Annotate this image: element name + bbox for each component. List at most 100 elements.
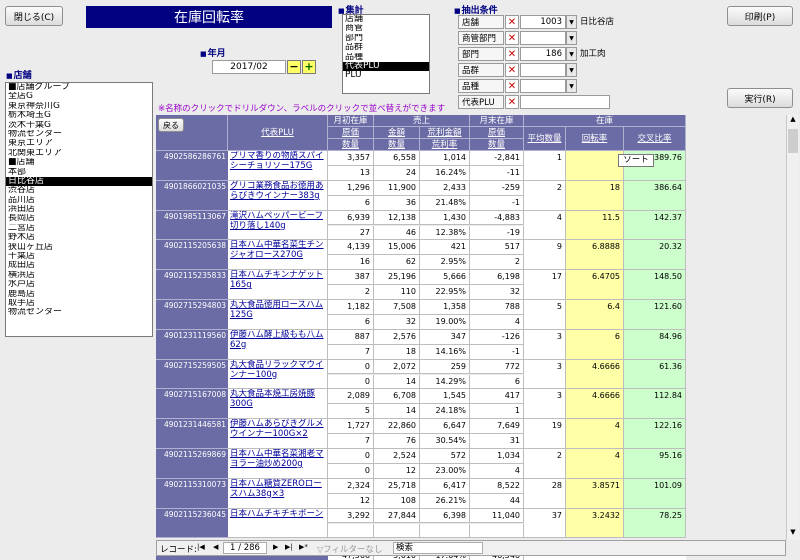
header-closing-qty[interactable]: 数量 <box>470 139 524 151</box>
clear-condition-icon[interactable]: ✕ <box>505 47 519 61</box>
condition-code-input[interactable] <box>520 63 566 77</box>
store-list-item[interactable]: 物流センター <box>6 308 152 317</box>
data-cell: 1,296 <box>328 180 374 196</box>
store-list-item[interactable]: ■店舗 <box>6 158 152 167</box>
year-month-input[interactable]: 2017/02 <box>212 60 286 74</box>
store-list-item[interactable]: 日比谷店 <box>6 176 152 187</box>
aggregate-item[interactable]: 品種 <box>343 53 429 62</box>
store-list-item[interactable]: 鹿島店 <box>6 290 152 299</box>
chevron-down-icon[interactable]: ▼ <box>566 15 577 29</box>
clear-condition-icon[interactable]: ✕ <box>505 79 519 93</box>
store-list-item[interactable]: 全店G <box>6 92 152 101</box>
aggregate-item[interactable]: 店舗 <box>343 15 429 24</box>
search-input[interactable]: 検索 <box>393 542 483 554</box>
data-cell: 8,522 <box>470 478 524 494</box>
condition-code-input[interactable] <box>520 79 566 93</box>
plu-name-link[interactable]: 日本ハム中華名菜湘老マヨラー油炒め200g <box>228 449 328 479</box>
plu-name-link[interactable]: 日本ハム糖質ZEROロースハム38g×3 <box>228 478 328 509</box>
plu-name-link[interactable]: グリコ業務食品お徳用あらびきウインナー383g <box>228 180 328 211</box>
aggregate-list[interactable]: 店舗 商管 部門 品群 品種 代表PLU PLU <box>342 14 430 94</box>
store-list-item[interactable]: 渋谷店 <box>6 186 152 195</box>
store-list-item[interactable]: 浜田店 <box>6 205 152 214</box>
store-list-item[interactable]: 本部 <box>6 168 152 177</box>
store-list-item[interactable]: 長岡店 <box>6 214 152 223</box>
store-list-item[interactable]: 茨木千葉G <box>6 121 152 130</box>
scroll-down-icon[interactable]: ▼ <box>788 528 798 540</box>
condition-code-input[interactable] <box>520 95 610 109</box>
aggregate-item[interactable]: 商管 <box>343 24 429 33</box>
next-record-button[interactable]: ▶ <box>273 543 278 551</box>
store-list-item[interactable]: 取手店 <box>6 299 152 308</box>
prev-record-button[interactable]: ◀ <box>213 543 218 551</box>
store-list-item[interactable]: 狭山ヶ丘店 <box>6 243 152 252</box>
first-record-button[interactable]: |◀ <box>197 543 205 551</box>
header-plu[interactable]: 代表PLU <box>228 115 328 151</box>
header-cross-ratio[interactable]: 交叉比率 <box>624 127 686 151</box>
print-button[interactable]: 印刷(P) <box>727 6 793 26</box>
header-gross-amount[interactable]: 荒利金額 <box>420 127 470 139</box>
plu-name-link[interactable]: 日本ハム中華名菜生チンジャオロース270G <box>228 240 328 271</box>
chevron-down-icon[interactable]: ▼ <box>566 47 577 61</box>
data-cell: -259 <box>470 180 524 196</box>
run-button[interactable]: 実行(R) <box>727 88 793 108</box>
vertical-scrollbar[interactable]: ▲ ▼ <box>786 115 799 540</box>
header-closing-cost[interactable]: 原価 <box>470 127 524 139</box>
new-record-button[interactable]: ▶* <box>299 543 308 551</box>
header-turnover[interactable]: 回転率 <box>566 127 624 151</box>
store-list-item[interactable]: 野木店 <box>6 233 152 242</box>
header-sales-amount[interactable]: 金額 <box>374 127 420 139</box>
plu-name-link[interactable]: 丸大食品徳用ロースハム125G <box>228 300 328 330</box>
store-list-item[interactable]: 横浜店 <box>6 271 152 280</box>
plu-name-link[interactable]: 丸大食品本焼工房焼豚300G <box>228 389 328 420</box>
clear-condition-icon[interactable]: ✕ <box>505 95 519 109</box>
store-list-item[interactable]: 水戸店 <box>6 280 152 289</box>
scroll-up-icon[interactable]: ▲ <box>788 115 798 127</box>
plu-name-link[interactable]: 日本ハムチキチキボーン <box>228 508 328 539</box>
store-list-item[interactable]: 千葉店 <box>6 252 152 261</box>
plu-name-link[interactable]: 伊藤ハムあらびきグルメウインナー100G×2 <box>228 419 328 449</box>
record-position-input[interactable]: 1 / 286 <box>223 542 267 554</box>
data-cell: 0 <box>328 449 374 464</box>
plu-name-link[interactable]: プリマ香りの物語スパイシーチョリソー175G <box>228 151 328 181</box>
store-list-item[interactable]: 二宮店 <box>6 224 152 233</box>
aggregate-item[interactable]: 品群 <box>343 43 429 52</box>
back-button[interactable]: 戻る <box>158 118 184 132</box>
header-gross-rate[interactable]: 荒利率 <box>420 139 470 151</box>
store-list-item[interactable]: ■店舗グループ <box>6 83 152 92</box>
store-list-item[interactable]: 栃木埼玉G <box>6 111 152 120</box>
chevron-down-icon[interactable]: ▼ <box>566 79 577 93</box>
header-sales-qty[interactable]: 数量 <box>374 139 420 151</box>
chevron-down-icon[interactable]: ▼ <box>566 31 577 45</box>
aggregate-item[interactable]: PLU <box>343 71 429 80</box>
year-month-minus-button[interactable]: − <box>287 60 301 74</box>
header-opening-qty[interactable]: 数量 <box>328 139 374 151</box>
chevron-down-icon[interactable]: ▼ <box>566 63 577 77</box>
store-list[interactable]: ■店舗グループ 全店G 東京神奈川G 栃木埼玉G 茨木千葉G 物流センター 東京エリア 北関東… <box>5 82 153 337</box>
filter-status[interactable]: ▽フィルターなし <box>317 543 383 555</box>
condition-code-input[interactable] <box>520 31 566 45</box>
aggregate-item[interactable]: 部門 <box>343 34 429 43</box>
year-month-plus-button[interactable]: + <box>302 60 316 74</box>
header-avg-qty[interactable]: 平均数量 <box>524 127 566 151</box>
close-button[interactable]: 閉じる(C) <box>5 6 63 26</box>
header-avg-qty-text: 平均数量 <box>527 134 562 144</box>
plu-name-link[interactable]: 伊藤ハム酵上級もも八ム62g <box>228 329 328 360</box>
store-list-item[interactable]: 品川店 <box>6 196 152 205</box>
clear-condition-icon[interactable]: ✕ <box>505 31 519 45</box>
store-list-item[interactable]: 成田店 <box>6 261 152 270</box>
scroll-thumb[interactable] <box>788 129 798 153</box>
last-record-button[interactable]: ▶| <box>285 543 293 551</box>
clear-condition-icon[interactable]: ✕ <box>505 15 519 29</box>
header-opening-cost[interactable]: 原価 <box>328 127 374 139</box>
plu-name-link[interactable]: 滝沢ハムペッパービーフ切り落し140g <box>228 210 328 241</box>
plu-name-link[interactable]: 丸大食品リラックマウインナー100g <box>228 359 328 390</box>
store-list-item[interactable]: 東京エリア <box>6 139 152 148</box>
plu-name-link[interactable]: 日本ハムチキンナゲット165g <box>228 270 328 300</box>
store-list-item[interactable]: 物流センター <box>6 130 152 139</box>
store-list-item[interactable]: 東京神奈川G <box>6 102 152 111</box>
store-list-item[interactable]: 北関東エリア <box>6 149 152 158</box>
aggregate-item[interactable]: 代表PLU <box>343 61 429 72</box>
condition-code-input[interactable]: 1003 <box>520 15 566 29</box>
condition-code-input[interactable]: 186 <box>520 47 566 61</box>
clear-condition-icon[interactable]: ✕ <box>505 63 519 77</box>
